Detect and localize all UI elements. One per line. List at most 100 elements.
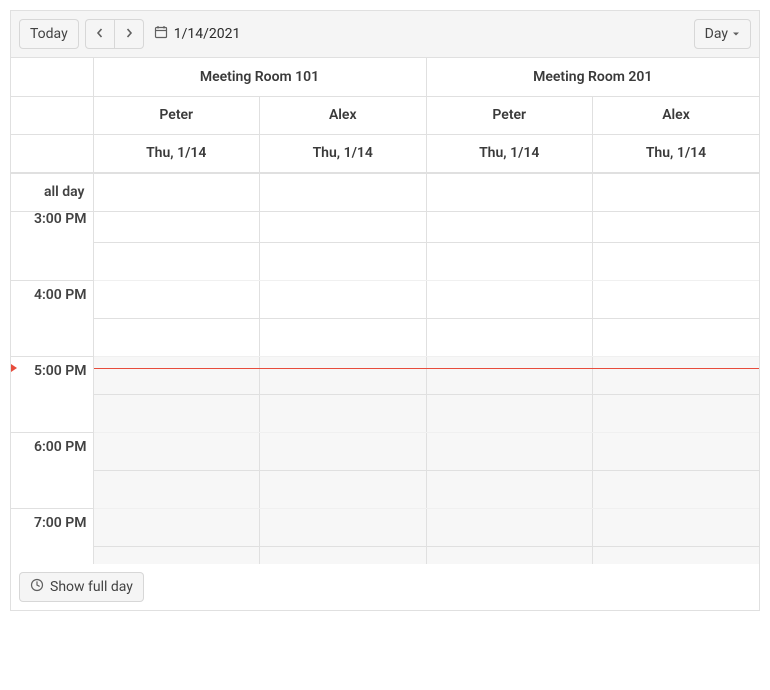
date-picker[interactable]: 1/14/2021 (154, 25, 241, 43)
caret-down-icon (732, 26, 740, 42)
time-row (11, 395, 759, 433)
time-row: 7:00 PM (11, 509, 759, 547)
time-slot[interactable] (426, 243, 593, 281)
allday-cell[interactable] (593, 173, 760, 211)
show-full-day-button[interactable]: Show full day (19, 572, 144, 602)
time-row (11, 243, 759, 281)
time-slot[interactable] (93, 471, 260, 509)
header-date: Thu, 1/14 (593, 134, 760, 172)
time-slot[interactable] (593, 357, 760, 395)
footer: Show full day (11, 564, 759, 610)
time-grid[interactable]: 3:00 PM 4:00 PM 5:00 PM 6:00 PM 7:00 PM (11, 212, 759, 564)
toolbar: Today (11, 11, 759, 58)
header-empty (11, 58, 93, 96)
show-full-day-label: Show full day (50, 579, 133, 595)
time-slot[interactable] (593, 471, 760, 509)
current-time-line (94, 368, 759, 369)
allday-cell[interactable] (426, 173, 593, 211)
clock-icon (30, 578, 44, 596)
allday-cell[interactable] (260, 173, 427, 211)
header-row-rooms: Meeting Room 101 Meeting Room 201 (11, 58, 759, 96)
header-row-dates: Thu, 1/14 Thu, 1/14 Thu, 1/14 Thu, 1/14 (11, 134, 759, 172)
chevron-left-icon (95, 26, 105, 42)
header-date: Thu, 1/14 (426, 134, 593, 172)
time-slot[interactable] (260, 357, 427, 395)
allday-cell[interactable] (93, 173, 260, 211)
time-slot[interactable] (426, 547, 593, 564)
time-label: 5:00 PM (11, 357, 93, 395)
time-label: 6:00 PM (11, 433, 93, 471)
time-slot[interactable] (593, 547, 760, 564)
time-slot[interactable] (260, 281, 427, 319)
time-slot[interactable] (93, 357, 260, 395)
nav-prev-button[interactable] (85, 19, 115, 49)
time-label (11, 471, 93, 509)
time-label: 3:00 PM (11, 212, 93, 243)
time-row: 3:00 PM (11, 212, 759, 243)
time-slot[interactable] (93, 395, 260, 433)
nav-button-group (85, 19, 144, 49)
current-time-triangle-icon (11, 364, 17, 372)
time-slot[interactable] (260, 471, 427, 509)
header-empty (11, 96, 93, 134)
header-row-people: Peter Alex Peter Alex (11, 96, 759, 134)
current-date-text: 1/14/2021 (174, 26, 241, 42)
time-slot[interactable] (593, 281, 760, 319)
time-slot[interactable] (426, 319, 593, 357)
time-slot[interactable] (593, 212, 760, 243)
today-button[interactable]: Today (19, 19, 79, 49)
header-person: Peter (426, 96, 593, 134)
time-row: 6:00 PM (11, 433, 759, 471)
time-slot[interactable] (426, 212, 593, 243)
time-slot[interactable] (260, 547, 427, 564)
time-slot[interactable] (426, 357, 593, 395)
time-slot[interactable] (93, 243, 260, 281)
view-selector[interactable]: Day (694, 19, 751, 49)
time-slot[interactable] (260, 509, 427, 547)
view-selector-label: Day (705, 26, 728, 42)
time-label (11, 547, 93, 564)
time-label: 4:00 PM (11, 281, 93, 319)
time-slot[interactable] (93, 281, 260, 319)
header-date: Thu, 1/14 (93, 134, 260, 172)
time-slot[interactable] (593, 243, 760, 281)
time-slot[interactable] (260, 243, 427, 281)
time-slot[interactable] (593, 395, 760, 433)
time-row: 4:00 PM (11, 281, 759, 319)
header-empty (11, 134, 93, 172)
time-row (11, 547, 759, 564)
allday-label: all day (11, 173, 93, 211)
time-slot[interactable] (593, 433, 760, 471)
allday-row: all day (11, 173, 759, 212)
chevron-right-icon (124, 26, 134, 42)
time-slot[interactable] (593, 319, 760, 357)
header-person: Alex (593, 96, 760, 134)
time-slot[interactable] (593, 509, 760, 547)
time-label (11, 243, 93, 281)
time-row (11, 319, 759, 357)
time-row (11, 471, 759, 509)
time-slot[interactable] (260, 212, 427, 243)
header-room: Meeting Room 101 (93, 58, 426, 96)
time-slot[interactable] (260, 433, 427, 471)
time-slot[interactable] (426, 281, 593, 319)
column-header: Meeting Room 101 Meeting Room 201 Peter … (11, 58, 759, 173)
time-slot[interactable] (260, 395, 427, 433)
header-person: Alex (260, 96, 427, 134)
header-room: Meeting Room 201 (426, 58, 759, 96)
time-slot[interactable] (426, 433, 593, 471)
time-slot[interactable] (426, 509, 593, 547)
calendar-icon (154, 25, 168, 43)
time-slot[interactable] (426, 395, 593, 433)
time-row: 5:00 PM (11, 357, 759, 395)
time-slot[interactable] (93, 319, 260, 357)
time-slot[interactable] (93, 433, 260, 471)
nav-next-button[interactable] (114, 19, 144, 49)
time-slot[interactable] (93, 509, 260, 547)
header-person: Peter (93, 96, 260, 134)
time-label (11, 395, 93, 433)
time-slot[interactable] (93, 547, 260, 564)
time-slot[interactable] (93, 212, 260, 243)
time-slot[interactable] (426, 471, 593, 509)
time-slot[interactable] (260, 319, 427, 357)
